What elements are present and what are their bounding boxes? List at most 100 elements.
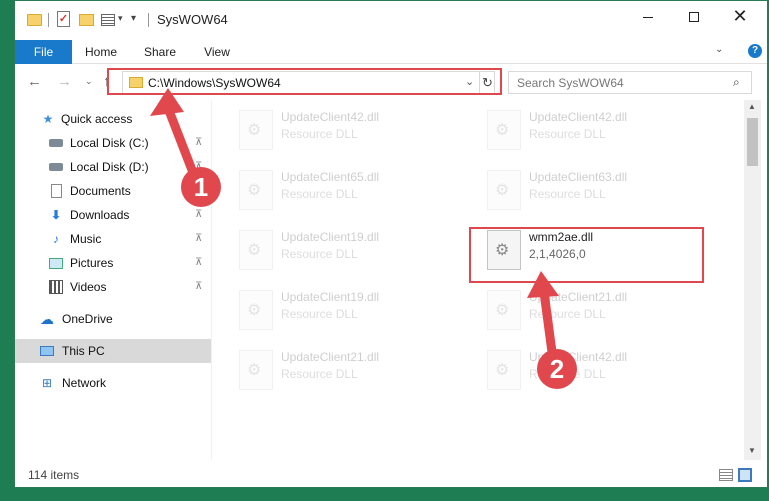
sidebar-item-label: Pictures — [70, 256, 114, 270]
file-item[interactable]: ⚙ UpdateClient21.dll Resource DLL — [232, 344, 467, 394]
cloud-icon: ☁ — [40, 311, 54, 327]
properties-icon[interactable] — [101, 14, 115, 26]
details-view-icon[interactable] — [719, 469, 733, 481]
toolbar-separator — [48, 13, 49, 27]
file-type: Resource DLL — [529, 307, 606, 321]
gear-icon: ⚙ — [495, 182, 510, 199]
item-count: 114 items — [28, 468, 80, 482]
dll-file-icon: ⚙ — [239, 170, 273, 210]
sidebar-item-label: Network — [62, 376, 107, 390]
toolbar-separator — [148, 13, 149, 27]
title-bar: ✓ ▾ ▾ SysWOW64 ✕ — [15, 1, 767, 40]
file-item[interactable]: ⚙ UpdateClient65.dll Resource DLL — [232, 164, 467, 214]
sidebar-item-onedrive[interactable]: ☁ OneDrive — [15, 307, 211, 331]
tab-view[interactable]: View — [195, 40, 239, 64]
tab-share[interactable]: Share — [138, 40, 182, 64]
close-icon: ✕ — [732, 6, 748, 26]
new-folder-icon[interactable] — [79, 14, 94, 26]
folder-icon — [27, 14, 42, 26]
gear-icon: ⚙ — [247, 362, 262, 379]
pin-icon[interactable]: ⊼ — [195, 203, 202, 227]
pin-icon[interactable]: ⊼ — [195, 155, 202, 179]
sidebar-item-this-pc[interactable]: This PC — [15, 339, 211, 363]
sidebar-item-label: Quick access — [61, 112, 133, 126]
dll-file-icon: ⚙ — [487, 170, 521, 210]
large-icons-view-icon[interactable] — [738, 468, 752, 482]
dll-file-icon: ⚙ — [487, 110, 521, 150]
file-name: UpdateClient42.dll — [281, 110, 380, 124]
drive-icon — [49, 139, 63, 147]
sidebar-item-pictures[interactable]: Pictures ⊼ — [15, 251, 211, 275]
pin-icon[interactable]: ⊼ — [195, 179, 202, 203]
file-type: Resource DLL — [529, 127, 606, 141]
vertical-scrollbar[interactable]: ▲ ▼ — [744, 100, 761, 460]
file-item[interactable]: ⚙ UpdateClient19.dll Resource DLL — [232, 224, 467, 274]
gear-icon: ⚙ — [495, 122, 510, 139]
forward-arrow-icon[interactable]: → — [57, 73, 72, 90]
quick-access-dropdown-icon[interactable]: ▾ — [118, 13, 123, 24]
pin-icon[interactable]: ⊼ — [195, 251, 202, 275]
sidebar-item-local-disk-d[interactable]: Local Disk (D:) ⊼ — [15, 155, 211, 179]
expand-ribbon-icon[interactable]: ⌄ — [715, 44, 723, 55]
ribbon-tabs: File Home Share View ⌄ ? — [15, 40, 767, 64]
file-type: Resource DLL — [281, 367, 358, 381]
customize-toolbar-icon[interactable]: ▾ — [131, 13, 136, 24]
dll-file-icon: ⚙ — [239, 230, 273, 270]
gear-icon: ⚙ — [247, 182, 262, 199]
sidebar-item-videos[interactable]: Videos ⊼ — [15, 275, 211, 299]
file-type: Resource DLL — [281, 247, 358, 261]
gear-icon: ⚙ — [247, 122, 262, 139]
minimize-icon — [643, 16, 653, 18]
search-icon[interactable]: ⌕ — [733, 75, 740, 90]
pin-icon[interactable]: ⊼ — [195, 227, 202, 251]
file-type: Resource DLL — [281, 127, 358, 141]
music-icon: ♪ — [53, 232, 59, 246]
tab-home[interactable]: Home — [79, 40, 123, 64]
scroll-up-icon[interactable]: ▲ — [748, 102, 756, 111]
sidebar-item-network[interactable]: ⊞ Network — [15, 371, 211, 395]
close-button[interactable]: ✕ — [717, 1, 763, 31]
file-name: UpdateClient19.dll — [281, 290, 380, 304]
sidebar-item-documents[interactable]: Documents ⊼ — [15, 179, 211, 203]
file-item[interactable]: ⚙ UpdateClient21.dll Resource DLL — [480, 284, 715, 334]
dll-file-icon: ⚙ — [239, 350, 273, 390]
maximize-button[interactable] — [671, 1, 717, 31]
window-title: SysWOW64 — [157, 12, 228, 27]
file-item[interactable]: ⚙ UpdateClient63.dll Resource DLL — [480, 164, 715, 214]
sidebar-item-label: Local Disk (C:) — [70, 136, 149, 150]
tab-file[interactable]: File — [15, 40, 72, 64]
sidebar-item-label: Downloads — [70, 208, 130, 222]
scrollbar-thumb[interactable] — [747, 118, 758, 166]
file-type: Resource DLL — [281, 307, 358, 321]
sidebar-item-label: Documents — [70, 184, 131, 198]
sidebar-item-label: Videos — [70, 280, 107, 294]
file-type: Resource DLL — [529, 367, 606, 381]
computer-icon — [40, 346, 54, 356]
help-icon[interactable]: ? — [748, 44, 762, 58]
search-input[interactable]: Search SysWOW64 ⌕ — [508, 71, 752, 94]
scroll-down-icon[interactable]: ▼ — [748, 446, 756, 455]
pin-icon[interactable]: ⊼ — [195, 131, 202, 155]
recent-locations-icon[interactable]: ⌄ — [85, 76, 93, 87]
file-item[interactable]: ⚙ UpdateClient19.dll Resource DLL — [232, 284, 467, 334]
back-arrow-icon[interactable]: ← — [27, 73, 42, 90]
dll-file-icon: ⚙ — [487, 290, 521, 330]
file-item[interactable]: ⚙ UpdateClient42.dll Resource DLL — [232, 104, 467, 154]
pin-icon[interactable]: ⊼ — [195, 275, 202, 299]
sidebar-item-downloads[interactable]: ⬇ Downloads ⊼ — [15, 203, 211, 227]
maximize-icon — [689, 12, 699, 23]
search-placeholder: Search SysWOW64 — [517, 76, 624, 90]
file-item[interactable]: ⚙ UpdateClient42.dll Resource DLL — [480, 344, 715, 394]
sidebar-item-quick-access[interactable]: ★ Quick access — [15, 107, 211, 131]
properties-check-icon[interactable]: ✓ — [57, 11, 70, 27]
status-bar: 114 items — [15, 463, 767, 487]
sidebar-item-local-disk-c[interactable]: Local Disk (C:) ⊼ — [15, 131, 211, 155]
sidebar-item-music[interactable]: ♪ Music ⊼ — [15, 227, 211, 251]
file-type: Resource DLL — [529, 187, 606, 201]
network-icon: ⊞ — [41, 376, 53, 390]
file-name: UpdateClient19.dll — [281, 230, 380, 244]
file-highlight-box — [469, 227, 704, 283]
gear-icon: ⚙ — [247, 302, 262, 319]
minimize-button[interactable] — [625, 1, 671, 31]
file-item[interactable]: ⚙ UpdateClient42.dll Resource DLL — [480, 104, 715, 154]
